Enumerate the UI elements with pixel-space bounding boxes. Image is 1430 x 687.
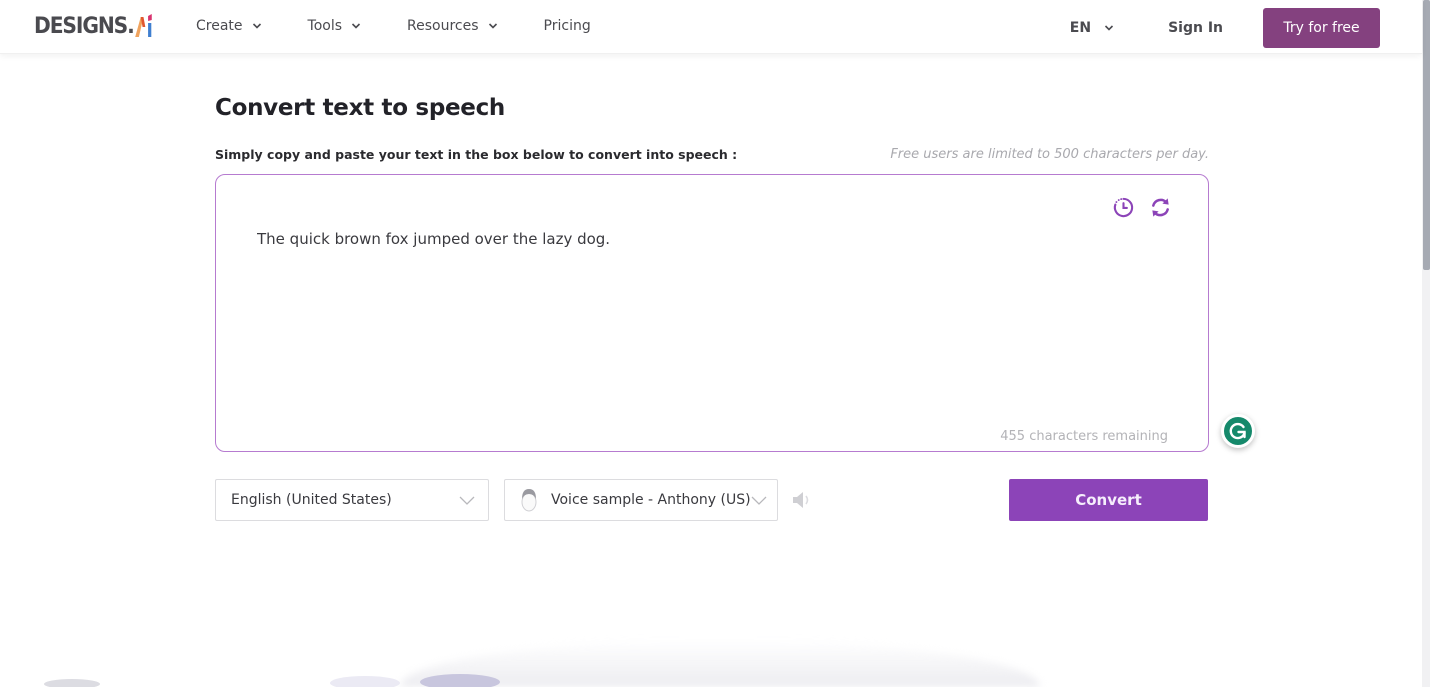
language-dropdown-value: English (United States) <box>231 492 392 508</box>
top-navbar: DESIGNS. Create Tools Resources Pricing <box>0 0 1422 54</box>
scrollbar-thumb[interactable] <box>1423 0 1430 270</box>
language-dropdown[interactable]: English (United States) <box>215 479 489 521</box>
history-icon[interactable] <box>1112 196 1135 219</box>
decorative-shape <box>420 674 500 687</box>
header-actions: EN Sign In Try for free <box>1070 8 1380 48</box>
textbox-actions <box>1112 196 1172 219</box>
nav-pricing[interactable]: Pricing <box>544 18 591 34</box>
nav-pricing-label: Pricing <box>543 18 591 34</box>
nav-resources-label: Resources <box>407 18 479 34</box>
speaker-preview-icon[interactable] <box>791 490 813 510</box>
logo-text: DESIGNS. <box>34 13 135 39</box>
logo-ai-mark <box>135 14 155 38</box>
decorative-shape <box>44 679 100 687</box>
chevron-down-icon <box>351 23 361 29</box>
designs-ai-logo[interactable]: DESIGNS. <box>34 12 155 40</box>
instructions-text: Simply copy and paste your text in the b… <box>215 147 738 162</box>
nav-create-label: Create <box>196 18 243 34</box>
free-limit-note: Free users are limited to 500 characters… <box>890 147 1209 162</box>
decorative-shape <box>330 676 400 687</box>
chevron-down-icon <box>459 496 475 505</box>
try-for-free-button[interactable]: Try for free <box>1263 8 1380 48</box>
grammarly-button[interactable] <box>1221 414 1255 448</box>
chevron-down-icon <box>751 496 767 505</box>
chevron-down-icon <box>252 23 261 29</box>
main-nav: Create Tools Resources Pricing <box>196 0 637 52</box>
chevron-down-icon <box>1105 25 1114 31</box>
nav-tools-label: Tools <box>307 18 343 34</box>
speech-text-input[interactable] <box>257 230 1117 410</box>
page-scrollbar[interactable] <box>1422 0 1430 687</box>
refresh-icon[interactable] <box>1149 196 1172 219</box>
nav-tools[interactable]: Tools <box>308 18 362 34</box>
language-selector[interactable]: EN <box>1070 20 1114 36</box>
characters-remaining: 455 characters remaining <box>1000 429 1168 444</box>
text-input-box: 455 characters remaining <box>215 174 1209 452</box>
chevron-down-icon <box>488 23 497 29</box>
sign-in-link[interactable]: Sign In <box>1168 20 1223 36</box>
convert-button[interactable]: Convert <box>1009 479 1208 521</box>
language-code: EN <box>1069 20 1092 36</box>
nav-create[interactable]: Create <box>196 18 262 34</box>
voice-dropdown-value: Voice sample - Anthony (US) <box>551 492 751 508</box>
grammarly-icon <box>1229 422 1246 440</box>
nav-resources[interactable]: Resources <box>407 18 498 34</box>
ai-mark-icon <box>135 14 153 37</box>
voice-dropdown[interactable]: Voice sample - Anthony (US) <box>504 479 778 521</box>
voice-avatar-icon <box>521 489 537 512</box>
page-title: Convert text to speech <box>215 95 505 121</box>
